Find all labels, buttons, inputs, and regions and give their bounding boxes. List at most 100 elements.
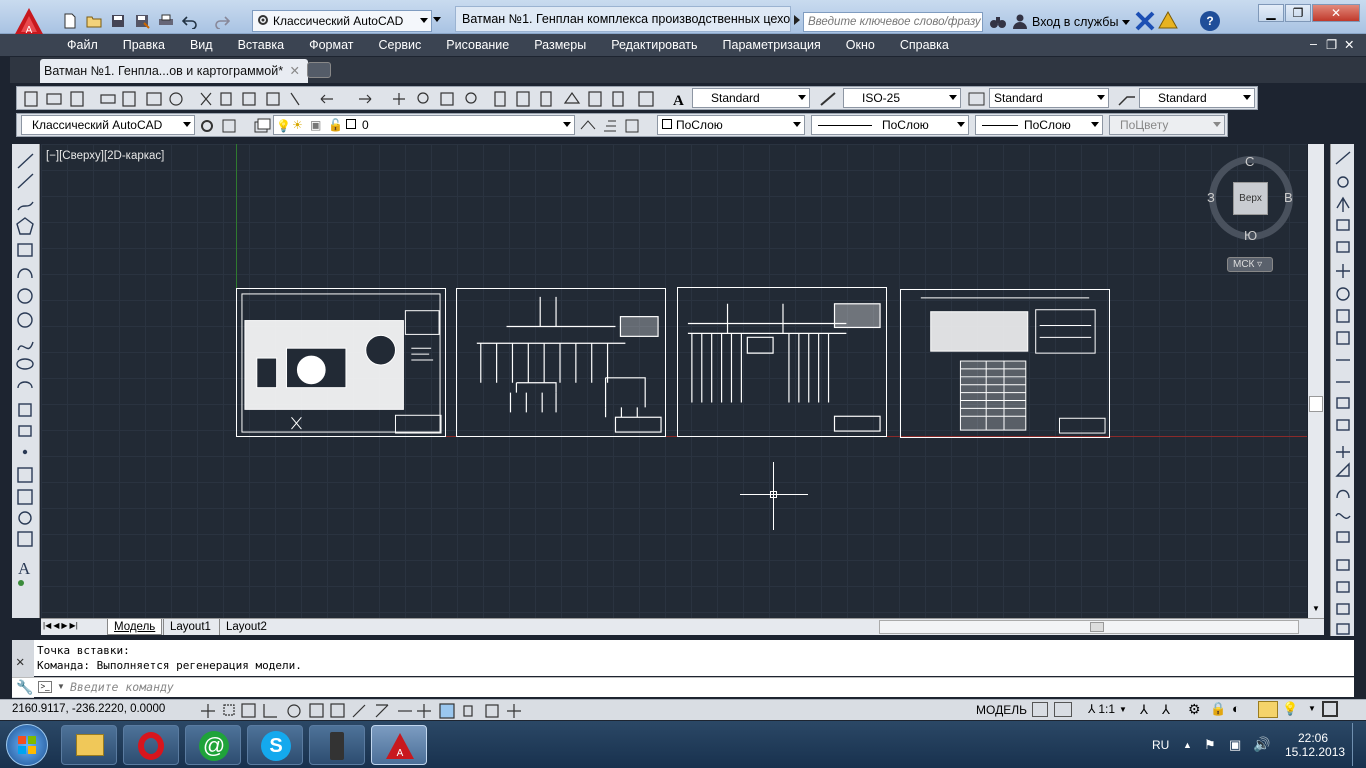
volume-icon[interactable]: 🔊 — [1253, 736, 1270, 753]
quick-view-layouts-icon[interactable] — [1032, 702, 1048, 717]
drawing-sheet-2[interactable] — [456, 288, 666, 437]
draw-tools-icons[interactable]: A — [15, 150, 37, 590]
horizontal-scrollbar[interactable] — [879, 620, 1299, 634]
language-indicator[interactable]: RU — [1152, 738, 1169, 752]
menu-help[interactable]: Справка — [900, 38, 949, 52]
toolbar-lock-icon[interactable]: 🔒 — [1210, 701, 1226, 717]
vertical-scrollbar[interactable]: ▼ — [1308, 144, 1324, 618]
workspace-toggle-icon[interactable] — [220, 117, 238, 135]
viewcube-east[interactable]: В — [1284, 190, 1293, 205]
isolate-objects-icon[interactable] — [1258, 701, 1278, 718]
prev-layout-icon[interactable]: ◀ — [53, 621, 59, 630]
drawing-sheet-1[interactable] — [236, 288, 446, 437]
multileader-style-dropdown[interactable]: Standard — [1139, 88, 1255, 108]
command-prompt-icon[interactable]: >_ — [38, 681, 52, 693]
menu-format[interactable]: Формат — [309, 38, 353, 52]
close-button[interactable]: ✕ — [1312, 4, 1360, 22]
hardware-acceleration-icon[interactable]: ◐ — [1232, 701, 1240, 716]
viewcube-north[interactable]: С — [1245, 154, 1254, 169]
multileader-style-icon[interactable] — [1117, 90, 1137, 108]
drafting-toggles[interactable] — [198, 701, 528, 720]
drawing-sheet-4[interactable] — [900, 289, 1110, 438]
new-tab-icon[interactable] — [307, 62, 331, 78]
workspace-dropdown[interactable]: Классический AutoCAD — [252, 10, 432, 32]
status-menu-icon[interactable]: ▼ — [1308, 704, 1316, 713]
drawing-canvas[interactable]: Верх С Ю З В МСК ▿ — [41, 144, 1307, 618]
network-icon[interactable]: ▣ — [1229, 737, 1241, 753]
close-icon[interactable]: ✕ — [16, 654, 24, 670]
ucs-menu-button[interactable]: МСК ▿ — [1227, 257, 1273, 272]
next-layout-icon[interactable]: ▶ — [61, 621, 67, 630]
recent-commands-icon[interactable]: ▼ — [57, 682, 65, 691]
start-button[interactable] — [6, 724, 48, 766]
standard-toolbar-icons[interactable] — [21, 89, 661, 109]
help-icon[interactable]: ? — [1200, 11, 1220, 31]
make-current-layer-icon[interactable] — [579, 117, 597, 135]
viewport-controls-label[interactable]: [−][Сверху][2D-каркас] — [46, 150, 164, 162]
taskbar-opera[interactable] — [123, 725, 179, 765]
menu-window[interactable]: Окно — [846, 38, 875, 52]
workspace-dropdown-2[interactable]: Классический AutoCAD — [21, 115, 195, 135]
stay-connected-icon[interactable] — [1157, 10, 1179, 32]
taskbar-autocad[interactable]: A — [371, 725, 427, 765]
table-style-icon[interactable] — [967, 90, 987, 108]
viewcube-south[interactable]: Ю — [1244, 228, 1257, 243]
viewcube-west[interactable]: З — [1207, 190, 1215, 205]
save-as-icon[interactable] — [132, 11, 152, 31]
layer-state-icon[interactable] — [623, 117, 641, 135]
vertical-scroll-thumb[interactable] — [1309, 396, 1323, 412]
minimize-button[interactable]: ▁ — [1258, 4, 1284, 22]
layer-previous-icon[interactable] — [601, 117, 619, 135]
save-icon[interactable] — [108, 11, 128, 31]
new-file-icon[interactable] — [60, 11, 80, 31]
menu-parametric[interactable]: Параметризация — [723, 38, 821, 52]
print-icon[interactable] — [156, 11, 176, 31]
undo-icon[interactable] — [180, 11, 200, 31]
document-tab[interactable]: Ватман №1. Генпла...ов и картограммой* ✕ — [40, 59, 308, 83]
lightbulb-icon[interactable]: 💡 — [1282, 701, 1298, 717]
dim-style-dropdown[interactable]: ISO-25 — [843, 88, 961, 108]
chevron-right-icon[interactable] — [794, 15, 800, 25]
close-icon[interactable]: ✕ — [290, 59, 300, 83]
tab-layout1[interactable]: Layout1 — [163, 619, 217, 635]
maximize-button[interactable]: ❐ — [1285, 4, 1311, 22]
doc-restore-icon[interactable]: ❐ — [1326, 37, 1337, 52]
drawing-sheet-3[interactable] — [677, 287, 887, 437]
exchange-x-icon[interactable] — [1134, 10, 1156, 32]
layer-dropdown[interactable]: 💡 ☀ ▣ 🔓 0 — [273, 115, 575, 135]
first-layout-icon[interactable]: |◀ — [43, 621, 51, 630]
quick-view-drawings-icon[interactable] — [1054, 702, 1072, 717]
menu-tools[interactable]: Сервис — [378, 38, 421, 52]
taskbar-skype[interactable]: S — [247, 725, 303, 765]
menu-dimension[interactable]: Размеры — [534, 38, 586, 52]
binoculars-icon[interactable] — [988, 12, 1008, 32]
color-dropdown[interactable]: ПоСлою — [657, 115, 805, 135]
dim-style-icon[interactable] — [819, 90, 839, 108]
annotation-scale[interactable]: ⅄ 1:1 ▼ — [1088, 702, 1127, 716]
show-desktop-button[interactable] — [1352, 723, 1364, 766]
horizontal-scroll-thumb[interactable] — [1090, 622, 1104, 632]
menu-view[interactable]: Вид — [190, 38, 213, 52]
tray-expand-icon[interactable]: ▲ — [1183, 740, 1192, 750]
text-style-dropdown[interactable]: Standard — [692, 88, 810, 108]
login-button[interactable]: Вход в службы — [1012, 12, 1131, 32]
taskbar-explorer[interactable] — [61, 725, 117, 765]
lineweight-dropdown[interactable]: ПоСлою — [975, 115, 1103, 135]
last-layout-icon[interactable]: ▶| — [70, 621, 78, 630]
menu-modify[interactable]: Редактировать — [611, 38, 697, 52]
redo-icon[interactable] — [212, 11, 232, 31]
flag-icon[interactable]: ⚑ — [1204, 737, 1216, 753]
viewcube-top-face[interactable]: Верх — [1233, 182, 1268, 215]
model-space-toggle[interactable]: МОДЕЛЬ — [976, 703, 1027, 717]
workspace-settings-icon[interactable] — [198, 117, 216, 135]
open-folder-icon[interactable] — [84, 11, 104, 31]
menu-insert[interactable]: Вставка — [238, 38, 284, 52]
modify-tools-icons[interactable] — [1334, 150, 1354, 636]
clock[interactable]: 22:06 15.12.2013 — [1285, 731, 1345, 759]
auto-scale-icon[interactable]: ⅄ — [1162, 702, 1170, 718]
menu-edit[interactable]: Правка — [123, 38, 165, 52]
taskbar-device[interactable] — [309, 725, 365, 765]
tab-model[interactable]: Модель — [107, 619, 163, 635]
table-style-dropdown[interactable]: Standard — [989, 88, 1109, 108]
doc-minimize-icon[interactable]: – — [1310, 37, 1317, 51]
